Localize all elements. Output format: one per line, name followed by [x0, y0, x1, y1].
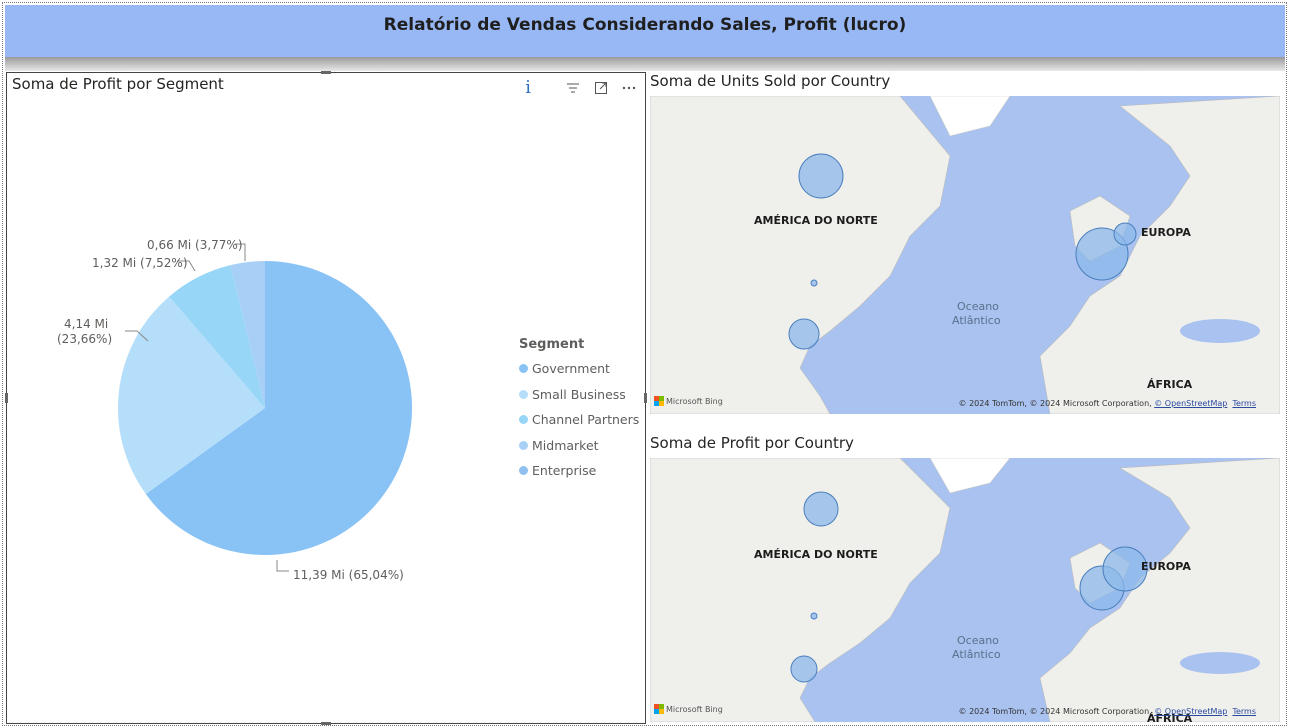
- resize-handle-left[interactable]: [5, 393, 8, 403]
- label-europe: EUROPA: [1141, 560, 1191, 573]
- label-north-america: AMÉRICA DO NORTE: [754, 214, 878, 227]
- map-units-sold-visual[interactable]: Soma de Units Sold por Country AMÉRICA D…: [648, 72, 1282, 416]
- map-profit-visual[interactable]: Soma de Profit por Country AMÉRICA DO NO…: [648, 434, 1282, 724]
- mediterranean-sea: [1180, 652, 1260, 674]
- legend-item-small-business[interactable]: Small Business: [519, 382, 639, 408]
- osm-link[interactable]: © OpenStreetMap: [1154, 707, 1227, 716]
- legend-label: Small Business: [532, 386, 626, 402]
- map-profit-title: Soma de Profit por Country: [650, 434, 854, 452]
- bubble-canada[interactable]: [803, 491, 839, 527]
- info-icon[interactable]: i: [525, 77, 531, 98]
- legend-label: Enterprise: [532, 463, 597, 479]
- more-options-icon[interactable]: [621, 80, 637, 96]
- map-units-title: Soma de Units Sold por Country: [650, 72, 891, 90]
- terms-link[interactable]: Terms: [1232, 707, 1256, 716]
- map-units-canvas: AMÉRICA DO NORTE EUROPA Oceano Atlântico…: [650, 96, 1280, 414]
- bubble-germany[interactable]: [1113, 222, 1137, 246]
- filter-icon[interactable]: [565, 80, 581, 96]
- data-label-channel-partners: 1,32 Mi (7,52%): [92, 256, 188, 270]
- data-label-midmarket: 0,66 Mi (3,77%): [147, 238, 243, 252]
- microsoft-logo-icon: [654, 396, 664, 406]
- terms-link[interactable]: Terms: [1232, 399, 1256, 408]
- legend-dot: [519, 364, 528, 374]
- attribution-text: © 2024 TomTom, © 2024 Microsoft Corporat…: [958, 707, 1155, 716]
- resize-handle-top[interactable]: [321, 71, 331, 74]
- report-title-bar: Relatório de Vendas Considerando Sales, …: [5, 5, 1285, 57]
- label-ocean-1: Oceano: [957, 634, 999, 647]
- bubble-united-states[interactable]: [810, 612, 818, 620]
- attribution-text: © 2024 TomTom, © 2024 Microsoft Corporat…: [958, 399, 1155, 408]
- title-shadow: [5, 57, 1285, 71]
- pie-legend: Segment Government Small Business Channe…: [519, 337, 639, 484]
- legend-title: Segment: [519, 337, 585, 352]
- legend-dot: [519, 415, 528, 425]
- label-ocean-2: Atlântico: [952, 314, 1001, 327]
- data-label-small-business-percent: (23,66%): [57, 332, 112, 346]
- report-title: Relatório de Vendas Considerando Sales, …: [383, 15, 907, 35]
- map-profit-canvas: AMÉRICA DO NORTE EUROPA Oceano Atlântico…: [650, 458, 1280, 722]
- leader-line-government: [276, 560, 289, 572]
- mediterranean-sea: [1180, 319, 1260, 343]
- legend-label: Midmarket: [532, 437, 599, 453]
- label-ocean-2: Atlântico: [952, 648, 1001, 661]
- focus-mode-icon[interactable]: [593, 80, 609, 96]
- legend-label: Channel Partners: [532, 412, 640, 428]
- bing-text: Microsoft Bing: [666, 396, 723, 406]
- legend-dot: [519, 389, 528, 399]
- bubble-canada[interactable]: [798, 153, 844, 199]
- map-profit-area[interactable]: AMÉRICA DO NORTE EUROPA Oceano Atlântico…: [650, 458, 1280, 722]
- bubble-mexico[interactable]: [790, 655, 818, 683]
- bubble-mexico[interactable]: [788, 318, 820, 350]
- legend-dot: [519, 440, 528, 450]
- data-label-small-business-value: 4,14 Mi: [64, 317, 108, 331]
- label-africa: ÁFRICA: [1147, 378, 1193, 391]
- map-units-area[interactable]: AMÉRICA DO NORTE EUROPA Oceano Atlântico…: [650, 96, 1280, 414]
- legend-item-government[interactable]: Government: [519, 356, 639, 382]
- visual-header: i: [525, 77, 637, 98]
- bing-text: Microsoft Bing: [666, 704, 723, 714]
- legend-item-channel-partners[interactable]: Channel Partners: [519, 407, 639, 433]
- microsoft-logo-icon: [654, 704, 664, 714]
- bubble-united-states[interactable]: [810, 279, 818, 287]
- pie-chart-visual[interactable]: 11,39 Mi (65,04%) 4,14 Mi (23,66%) 1,32 …: [5, 71, 647, 725]
- legend-item-midmarket[interactable]: Midmarket: [519, 433, 639, 459]
- map-attribution: © 2024 TomTom, © 2024 Microsoft Corporat…: [959, 707, 1256, 716]
- data-label-government: 11,39 Mi (65,04%): [293, 568, 404, 582]
- legend-label: Government: [532, 361, 610, 377]
- legend-item-enterprise[interactable]: Enterprise: [519, 458, 639, 484]
- osm-link[interactable]: © OpenStreetMap: [1154, 399, 1227, 408]
- bing-logo: Microsoft Bing: [654, 704, 723, 714]
- legend-dot: [519, 466, 528, 476]
- pie-chart-title: Soma de Profit por Segment: [12, 75, 224, 93]
- label-europe: EUROPA: [1141, 226, 1191, 239]
- label-ocean-1: Oceano: [957, 300, 999, 313]
- bing-logo: Microsoft Bing: [654, 396, 723, 406]
- label-north-america: AMÉRICA DO NORTE: [754, 548, 878, 561]
- resize-handle-bottom[interactable]: [321, 722, 331, 725]
- map-attribution: © 2024 TomTom, © 2024 Microsoft Corporat…: [959, 399, 1256, 408]
- resize-handle-right[interactable]: [644, 393, 647, 403]
